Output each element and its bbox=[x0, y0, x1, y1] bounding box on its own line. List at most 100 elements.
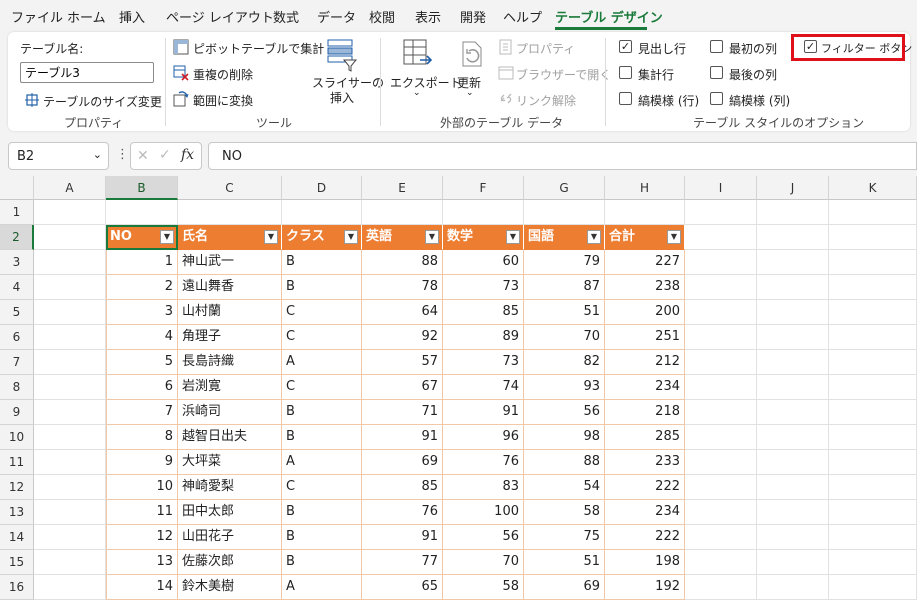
grid-cell[interactable] bbox=[685, 575, 757, 600]
table-data-cell[interactable]: 71 bbox=[362, 400, 443, 425]
filter-dropdown-icon[interactable]: ▼ bbox=[264, 230, 278, 244]
grid-cell[interactable] bbox=[34, 375, 106, 400]
convert-to-range-button[interactable]: 範囲に変換 bbox=[173, 90, 263, 110]
row-number-cell[interactable]: 9 bbox=[106, 450, 178, 475]
table-data-cell[interactable]: 88 bbox=[524, 450, 605, 475]
row-header-10[interactable]: 10 bbox=[0, 425, 34, 450]
table-data-cell[interactable]: 69 bbox=[524, 575, 605, 600]
table-data-cell[interactable]: 越智日出夫 bbox=[178, 425, 282, 450]
table-data-cell[interactable]: B bbox=[282, 400, 362, 425]
grid-cell[interactable] bbox=[34, 575, 106, 600]
formula-bar-options-icon[interactable]: ⋮ bbox=[116, 147, 129, 162]
column-header-a[interactable]: A bbox=[34, 176, 106, 200]
grid-cell[interactable] bbox=[685, 275, 757, 300]
grid-cell[interactable] bbox=[34, 200, 106, 225]
table-data-cell[interactable]: 山田花子 bbox=[178, 525, 282, 550]
table-data-cell[interactable]: 51 bbox=[524, 550, 605, 575]
filter-dropdown-icon[interactable]: ▼ bbox=[344, 230, 358, 244]
name-box[interactable]: B2 ⌄ bbox=[8, 142, 109, 170]
worksheet-grid[interactable]: A B C D E F G H I J K 1 2 3 4 5 6 7 8 9 10 11 12 13 14 15 16 NO ▼ 氏名 ▼… bbox=[0, 176, 917, 605]
row-header-3[interactable]: 3 bbox=[0, 250, 34, 275]
table-data-cell[interactable]: C bbox=[282, 375, 362, 400]
table-header-cell[interactable]: 英語 ▼ bbox=[362, 225, 443, 250]
table-data-cell[interactable]: B bbox=[282, 425, 362, 450]
filter-dropdown-icon[interactable]: ▼ bbox=[425, 230, 439, 244]
grid-cell[interactable] bbox=[829, 250, 917, 275]
table-data-cell[interactable]: 佐藤次郎 bbox=[178, 550, 282, 575]
grid-cell[interactable] bbox=[34, 400, 106, 425]
row-number-cell[interactable]: 5 bbox=[106, 350, 178, 375]
menu-page-layout[interactable]: ページ レイアウト bbox=[166, 7, 274, 26]
table-data-cell[interactable]: 65 bbox=[362, 575, 443, 600]
grid-cell[interactable] bbox=[685, 250, 757, 275]
table-data-cell[interactable]: 64 bbox=[362, 300, 443, 325]
table-data-cell[interactable]: 57 bbox=[362, 350, 443, 375]
menu-formulas[interactable]: 数式 bbox=[273, 7, 299, 26]
column-header-e[interactable]: E bbox=[362, 176, 443, 200]
table-name-input[interactable] bbox=[20, 62, 154, 83]
table-data-cell[interactable]: 238 bbox=[605, 275, 685, 300]
column-header-d[interactable]: D bbox=[282, 176, 362, 200]
table-data-cell[interactable]: B bbox=[282, 275, 362, 300]
grid-cell[interactable] bbox=[757, 400, 829, 425]
table-data-cell[interactable]: 67 bbox=[362, 375, 443, 400]
table-data-cell[interactable]: B bbox=[282, 525, 362, 550]
grid-cell[interactable] bbox=[829, 575, 917, 600]
table-data-cell[interactable]: 93 bbox=[524, 375, 605, 400]
table-data-cell[interactable]: 198 bbox=[605, 550, 685, 575]
row-number-cell[interactable]: 3 bbox=[106, 300, 178, 325]
table-data-cell[interactable]: 91 bbox=[362, 525, 443, 550]
grid-cell[interactable] bbox=[757, 375, 829, 400]
grid-cell[interactable] bbox=[829, 225, 917, 250]
table-data-cell[interactable]: 角理子 bbox=[178, 325, 282, 350]
grid-cell[interactable] bbox=[685, 200, 757, 225]
grid-cell[interactable] bbox=[685, 500, 757, 525]
first-column-checkbox[interactable]: 最初の列 bbox=[710, 39, 790, 57]
menu-data[interactable]: データ bbox=[317, 7, 356, 26]
column-header-f[interactable]: F bbox=[443, 176, 524, 200]
grid-cell[interactable] bbox=[685, 375, 757, 400]
table-data-cell[interactable]: 70 bbox=[524, 325, 605, 350]
grid-cell[interactable] bbox=[34, 275, 106, 300]
row-header-15[interactable]: 15 bbox=[0, 550, 34, 575]
table-data-cell[interactable]: 227 bbox=[605, 250, 685, 275]
row-number-cell[interactable]: 7 bbox=[106, 400, 178, 425]
grid-cell[interactable] bbox=[757, 300, 829, 325]
table-data-cell[interactable]: 58 bbox=[443, 575, 524, 600]
row-header-1[interactable]: 1 bbox=[0, 200, 34, 225]
table-header-cell[interactable]: 氏名 ▼ bbox=[178, 225, 282, 250]
grid-cell[interactable] bbox=[829, 200, 917, 225]
grid-cell[interactable] bbox=[34, 225, 106, 250]
table-data-cell[interactable]: 82 bbox=[524, 350, 605, 375]
table-data-cell[interactable]: 100 bbox=[443, 500, 524, 525]
grid-cell[interactable] bbox=[685, 300, 757, 325]
grid-cell[interactable] bbox=[829, 300, 917, 325]
table-data-cell[interactable]: 83 bbox=[443, 475, 524, 500]
table-data-cell[interactable]: 58 bbox=[524, 500, 605, 525]
grid-cell[interactable] bbox=[757, 575, 829, 600]
table-data-cell[interactable]: 69 bbox=[362, 450, 443, 475]
table-data-cell[interactable]: 75 bbox=[524, 525, 605, 550]
filter-dropdown-icon[interactable]: ▼ bbox=[506, 230, 520, 244]
column-header-c[interactable]: C bbox=[178, 176, 282, 200]
grid-cell[interactable] bbox=[685, 225, 757, 250]
export-button[interactable]: エクスポート ⌄ bbox=[388, 36, 462, 108]
menu-home[interactable]: ホーム bbox=[67, 7, 106, 26]
table-data-cell[interactable]: 87 bbox=[524, 275, 605, 300]
enter-icon[interactable]: ✓ bbox=[159, 147, 171, 163]
table-data-cell[interactable]: 浜崎司 bbox=[178, 400, 282, 425]
column-header-b[interactable]: B bbox=[106, 176, 178, 200]
formula-input[interactable]: NO bbox=[208, 142, 917, 170]
grid-cell[interactable] bbox=[524, 200, 605, 225]
grid-cell[interactable] bbox=[34, 250, 106, 275]
grid-cell[interactable] bbox=[685, 550, 757, 575]
grid-cell[interactable] bbox=[757, 475, 829, 500]
table-header-cell[interactable]: NO ▼ bbox=[106, 225, 178, 250]
grid-cell[interactable] bbox=[829, 450, 917, 475]
row-number-cell[interactable]: 8 bbox=[106, 425, 178, 450]
grid-cell[interactable] bbox=[106, 200, 178, 225]
grid-cell[interactable] bbox=[829, 550, 917, 575]
row-header-4[interactable]: 4 bbox=[0, 275, 34, 300]
table-data-cell[interactable]: 51 bbox=[524, 300, 605, 325]
grid-cell[interactable] bbox=[685, 400, 757, 425]
